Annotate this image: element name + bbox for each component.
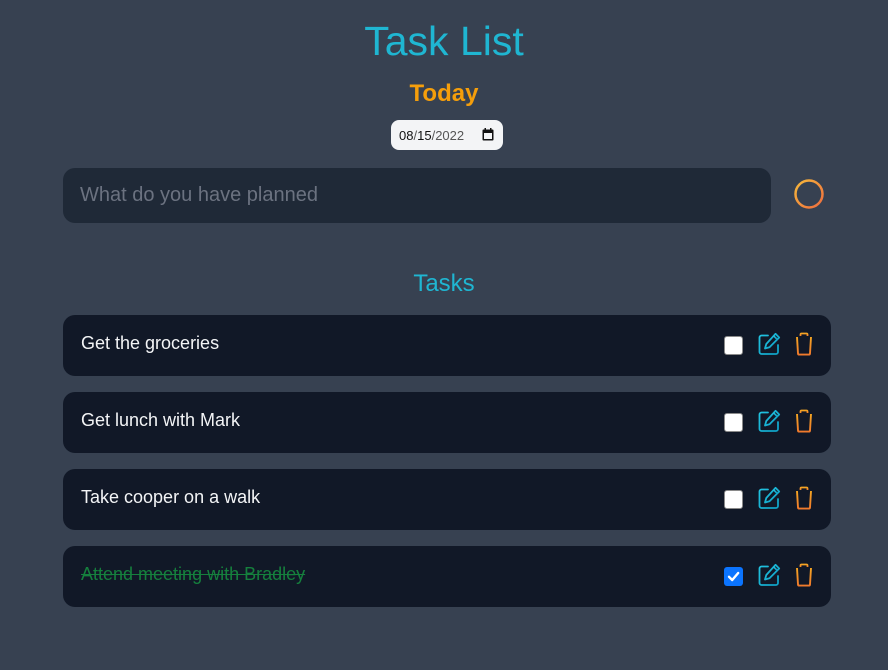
trash-icon[interactable] <box>793 332 815 356</box>
task-text: Take cooper on a walk <box>81 487 261 507</box>
date-year[interactable]: 2022 <box>435 128 464 143</box>
task-row: Take cooper on a walk <box>63 469 831 530</box>
app-title: Task List <box>364 18 524 64</box>
task-row: Get lunch with Mark <box>63 392 831 453</box>
plus-circle-icon[interactable] <box>793 178 825 210</box>
task-text: Get lunch with Mark <box>81 410 241 430</box>
calendar-icon[interactable] <box>482 128 494 141</box>
trash-icon[interactable] <box>793 563 815 587</box>
pencil-square-icon[interactable] <box>756 485 782 511</box>
pencil-square-icon[interactable] <box>756 331 782 357</box>
task-complete-checkbox[interactable] <box>724 336 743 355</box>
task-text: Attend meeting with Bradley <box>81 564 306 584</box>
date-input[interactable]: 08/15/2022 <box>391 120 503 150</box>
task-complete-checkbox[interactable] <box>724 490 743 509</box>
task-complete-checkbox[interactable] <box>724 567 743 586</box>
task-text: Get the groceries <box>81 333 220 353</box>
day-heading: Today <box>409 80 479 107</box>
tasks-heading: Tasks <box>413 270 475 297</box>
task-complete-checkbox[interactable] <box>724 413 743 432</box>
trash-icon[interactable] <box>793 409 815 433</box>
pencil-square-icon[interactable] <box>756 562 782 588</box>
task-row: Attend meeting with Bradley <box>63 546 831 607</box>
trash-icon[interactable] <box>793 486 815 510</box>
date-month[interactable]: 08 <box>399 128 413 143</box>
date-day[interactable]: 15 <box>417 128 431 143</box>
pencil-square-icon[interactable] <box>756 408 782 434</box>
new-task-input[interactable] <box>63 168 771 223</box>
task-row: Get the groceries <box>63 315 831 376</box>
